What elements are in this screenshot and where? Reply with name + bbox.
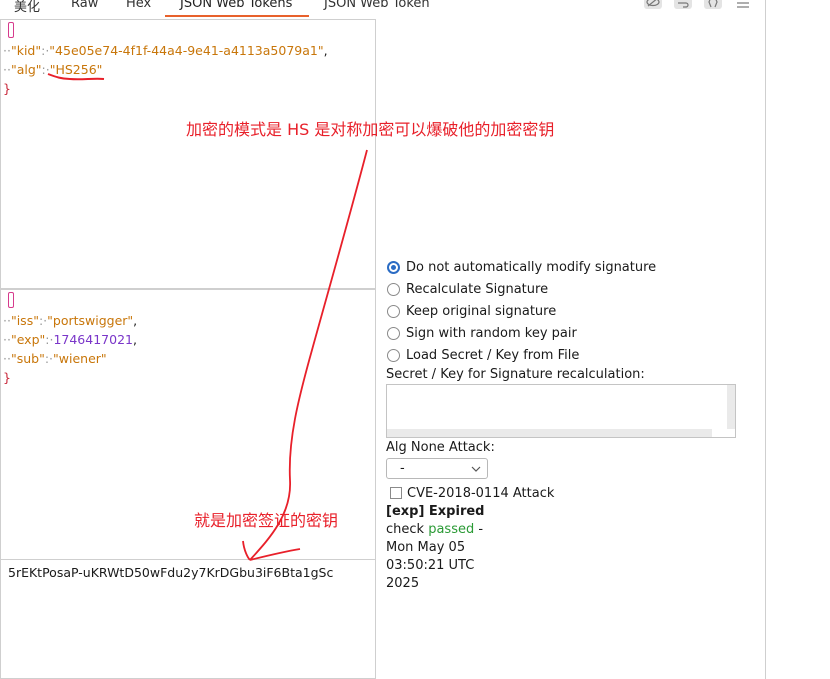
radio-icon[interactable] [387,304,400,318]
secret-key-textarea[interactable] [386,384,736,438]
tab-pretty[interactable]: 美化 [14,0,40,15]
horizontal-scrollbar[interactable] [387,429,712,437]
eye-off-icon[interactable] [644,0,662,9]
radio-selected-icon[interactable] [387,260,400,274]
panel-divider [765,0,766,679]
text-cursor [8,22,14,38]
option-label: Sign with random key pair [406,325,577,341]
checkbox[interactable] [390,487,402,499]
exp-dash: - [474,522,484,537]
tab-hex[interactable]: Hex [126,0,151,11]
exp-status: [exp] Expired check passed - Mon May 05 … [386,503,496,593]
exp-date-line: Mon May 05 [386,540,466,555]
header-close-brace: } [3,81,11,96]
option-label: Keep original signature [406,303,557,319]
wrap-icon[interactable] [674,0,692,9]
option-label: Load Secret / Key from File [406,347,580,363]
exp-check-text: check [386,522,429,537]
payload-sub-key: "sub" [10,351,45,366]
chevron-down-icon [471,463,481,478]
payload-exp-key: "exp" [10,332,46,347]
alg-none-select[interactable]: - [386,458,488,479]
active-tab-indicator [165,15,309,17]
header-kid-value: "45e05e74-4f1f-44a4-9e41-a4113a5079a1" [49,43,324,58]
vertical-scrollbar[interactable] [727,385,735,429]
option-label: Recalculate Signature [406,281,549,297]
code-brackets-icon[interactable] [704,0,722,9]
annotation-top: 加密的模式是 HS 是对称加密可以爆破他的加密密钥 [186,120,555,139]
tab-json-web-tokens[interactable]: JSON Web Tokens [180,0,292,11]
jwt-header-editor[interactable]: { ··"kid":·"45e05e74-4f1f-44a4-9e41-a411… [0,19,376,289]
option-load-secret-key-file[interactable]: Load Secret / Key from File [387,345,579,365]
signature-value: 5rEKtPosaP-uKRWtD50wFdu2y7KrDGbu3iF6Bta1… [8,565,334,580]
annotation-bottom: 就是加密签证的密钥 [194,511,339,530]
jwt-signature-editor[interactable]: 5rEKtPosaP-uKRWtD50wFdu2y7KrDGbu3iF6Bta1… [0,559,376,679]
secret-key-label: Secret / Key for Signature recalculation… [386,367,645,382]
header-json-code: { ··"kid":·"45e05e74-4f1f-44a4-9e41-a411… [3,22,328,98]
header-alg-key: "alg" [10,62,42,77]
alg-none-label: Alg None Attack: [386,440,495,455]
exp-passed-text: passed [428,522,475,537]
exp-status-tag: [exp] Expired [386,504,485,519]
payload-close-brace: } [3,370,11,385]
payload-iss-key: "iss" [10,313,39,328]
payload-json-code: { ··"iss":·"portswigger", ··"exp":·17464… [3,292,137,387]
tab-json-web-token[interactable]: JSON Web Token [324,0,430,11]
cve-label: CVE-2018-0114 Attack [407,485,555,501]
radio-icon[interactable] [387,326,400,340]
text-cursor [8,292,14,308]
tab-raw[interactable]: Raw [71,0,98,11]
message-editor-tabbar: 美化 Raw Hex JSON Web Tokens JSON Web Toke… [0,0,766,19]
header-alg-value: "HS256" [49,62,103,77]
option-do-not-modify-signature[interactable]: Do not automatically modify signature [387,257,656,277]
header-kid-key: "kid" [10,43,42,58]
exp-time-line: 03:50:21 UTC [386,558,475,573]
payload-exp-value: 1746417021 [53,332,133,347]
payload-iss-value: "portswigger" [47,313,134,328]
option-keep-original-signature[interactable]: Keep original signature [387,301,556,321]
menu-icon[interactable] [736,0,750,13]
option-recalculate-signature[interactable]: Recalculate Signature [387,279,548,299]
payload-sub-value: "wiener" [53,351,107,366]
exp-year-line: 2025 [386,576,420,591]
option-sign-random-key-pair[interactable]: Sign with random key pair [387,323,577,343]
radio-icon[interactable] [387,282,400,296]
option-label: Do not automatically modify signature [406,259,657,275]
alg-none-selected-value: - [400,461,405,476]
radio-icon[interactable] [387,348,400,362]
cve-2018-0114-option[interactable]: CVE-2018-0114 Attack [390,484,554,502]
